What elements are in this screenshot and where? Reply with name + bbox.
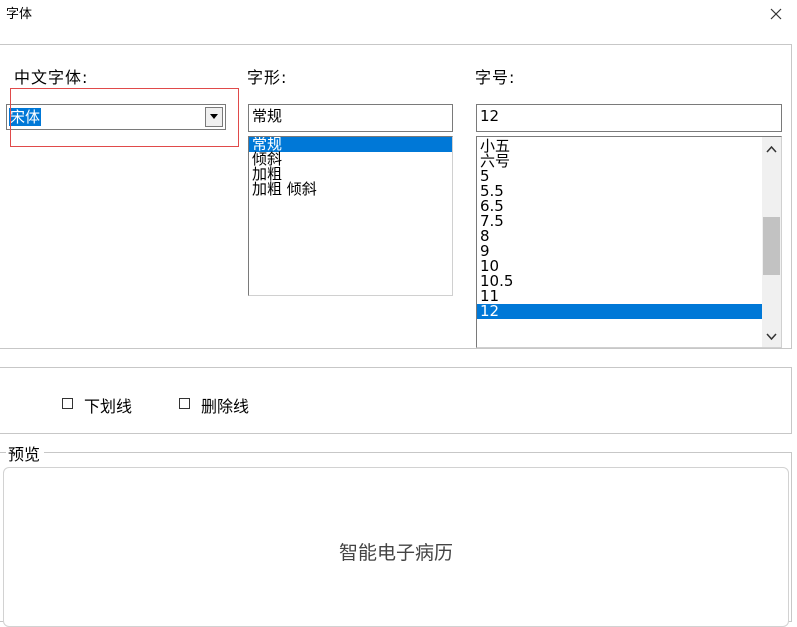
close-icon xyxy=(770,8,782,20)
size-list[interactable]: 小五 六号 5 5.5 6.5 7.5 8 9 10 10.5 11 12 xyxy=(476,136,782,348)
size-option[interactable]: 12 xyxy=(477,304,762,319)
size-list-scrollbar[interactable] xyxy=(762,137,781,347)
underline-label: 下划线 xyxy=(84,397,133,416)
size-option[interactable]: 6.5 xyxy=(477,199,762,214)
style-option[interactable]: 加粗 倾斜 xyxy=(249,182,452,197)
size-option[interactable]: 5.5 xyxy=(477,184,762,199)
style-input[interactable]: 常规 xyxy=(248,104,453,132)
size-option[interactable]: 8 xyxy=(477,229,762,244)
size-option[interactable]: 7.5 xyxy=(477,214,762,229)
size-option[interactable]: 小五 xyxy=(477,139,762,154)
chevron-down-icon[interactable] xyxy=(765,330,778,343)
size-option[interactable]: 5 xyxy=(477,169,762,184)
size-option[interactable]: 10 xyxy=(477,259,762,274)
style-list[interactable]: 常规 倾斜 加粗 加粗 倾斜 xyxy=(248,136,453,296)
close-button[interactable] xyxy=(766,4,786,24)
window-title: 字体 xyxy=(6,7,33,22)
strikethrough-checkbox[interactable] xyxy=(179,398,190,409)
underline-checkbox[interactable] xyxy=(62,398,73,409)
chevron-up-icon[interactable] xyxy=(765,143,778,156)
size-label: 字号: xyxy=(475,68,516,87)
size-option[interactable]: 11 xyxy=(477,289,762,304)
highlight-box xyxy=(10,88,239,147)
style-label: 字形: xyxy=(247,68,288,87)
preview-sample-text: 智能电子病历 xyxy=(338,542,453,564)
chinese-font-label: 中文字体: xyxy=(14,68,89,87)
size-option[interactable]: 六号 xyxy=(477,154,762,169)
size-input[interactable]: 12 xyxy=(476,104,782,132)
size-option[interactable]: 9 xyxy=(477,244,762,259)
preview-box: 智能电子病历 xyxy=(3,467,789,627)
scrollbar-thumb[interactable] xyxy=(763,217,780,275)
strikethrough-label: 删除线 xyxy=(201,397,250,416)
size-option[interactable]: 10.5 xyxy=(477,274,762,289)
preview-title: 预览 xyxy=(6,441,45,465)
